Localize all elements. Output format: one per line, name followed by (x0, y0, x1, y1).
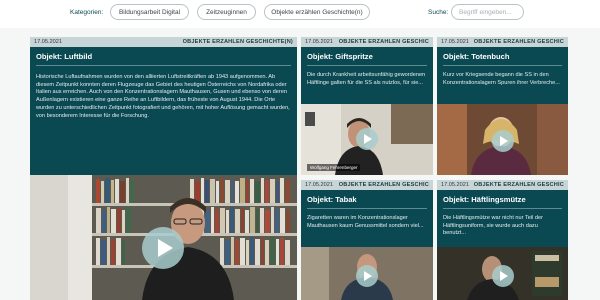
card-text: Die Häftlingsmütze war nicht nur Teil de… (443, 215, 544, 237)
card-luftbild[interactable]: 17.05.2021 OBJEKTE ERZÄHLEN GESCHICHTE(N… (30, 37, 297, 175)
search-input[interactable] (451, 4, 524, 20)
card-body: Objekt: Totenbuch Kurz vor Kriegsende be… (437, 47, 568, 104)
card-category: OBJEKTE ERZÄHLEN GESCHIC (338, 39, 429, 45)
play-icon (364, 271, 372, 281)
play-icon (157, 239, 173, 257)
card-date: 17.05.2021 (34, 39, 62, 45)
play-icon (500, 271, 508, 281)
card-tabak[interactable]: 17.05.2021 OBJEKTE ERZÄHLEN GESCHIC Obje… (301, 180, 433, 300)
play-icon (364, 134, 372, 144)
card-header: 17.05.2021 OBJEKTE ERZÄHLEN GESCHICHTE(N… (30, 37, 297, 47)
play-button-large[interactable] (142, 227, 184, 269)
card-title: Objekt: Tabak (307, 195, 427, 209)
card-category: OBJEKTE ERZÄHLEN GESCHICHTE(N) (182, 39, 293, 45)
filter-bar: Kategorien: Bildungsarbeit Digital Zeitz… (0, 0, 600, 28)
play-icon (500, 136, 508, 146)
card-body: Objekt: Tabak Zigaretten waren im Konzen… (301, 190, 433, 247)
card-header: 17.05.2021 OBJEKTE ERZÄHLEN GESCHIC (301, 180, 433, 190)
speaker-name-tag: Wolfgang Fehrenberger (307, 164, 361, 171)
card-body: Objekt: Häftlingsmütze Die Häftlingsmütz… (437, 190, 568, 247)
card-header: 17.05.2021 OBJEKTE ERZÄHLEN GESCHIC (301, 37, 433, 47)
filter-label: Kategorien: (70, 9, 104, 16)
card-text: Kurz vor Kriegsende begann die SS in den… (443, 72, 560, 86)
play-button[interactable] (356, 128, 378, 150)
video-thumbnail[interactable] (437, 247, 568, 300)
card-date: 17.05.2021 (441, 39, 469, 45)
card-date: 17.05.2021 (441, 182, 469, 188)
video-thumbnail-large[interactable] (30, 175, 297, 300)
filter-bildungsarbeit-button[interactable]: Bildungsarbeit Digital (110, 4, 189, 20)
card-body: Objekt: Giftspritze Die durch Krankheit … (301, 47, 433, 104)
filter-zeitzeuginnen-button[interactable]: Zeitzeuginnen (197, 4, 256, 20)
card-text: Die durch Krankheit arbeitsunfähig gewor… (307, 72, 426, 86)
card-category: OBJEKTE ERZÄHLEN GESCHIC (338, 182, 429, 188)
play-button[interactable] (492, 130, 514, 152)
card-totenbuch[interactable]: 17.05.2021 OBJEKTE ERZÄHLEN GESCHIC Obje… (437, 37, 568, 175)
card-title: Objekt: Häftlingsmütze (443, 195, 562, 209)
video-thumbnail[interactable]: Wolfgang Fehrenberger (301, 104, 433, 175)
play-button[interactable] (356, 265, 378, 287)
play-button[interactable] (492, 265, 514, 287)
card-body: Objekt: Luftbild Historische Luftaufnahm… (30, 47, 297, 175)
card-category: OBJEKTE ERZÄHLEN GESCHIC (473, 39, 564, 45)
search-label: Suche: (428, 9, 449, 16)
card-header: 17.05.2021 OBJEKTE ERZÄHLEN GESCHIC (437, 37, 568, 47)
card-date: 17.05.2021 (305, 182, 333, 188)
video-thumbnail[interactable] (437, 104, 568, 175)
card-date: 17.05.2021 (305, 39, 333, 45)
video-thumbnail[interactable] (301, 247, 433, 300)
card-title: Objekt: Giftspritze (307, 52, 427, 66)
card-title: Objekt: Totenbuch (443, 52, 562, 66)
card-text: Zigaretten waren im Konzentrationslager … (307, 215, 424, 229)
card-haeftlingsmuetze[interactable]: 17.05.2021 OBJEKTE ERZÄHLEN GESCHIC Obje… (437, 180, 568, 300)
card-header: 17.05.2021 OBJEKTE ERZÄHLEN GESCHIC (437, 180, 568, 190)
card-giftspritze[interactable]: 17.05.2021 OBJEKTE ERZÄHLEN GESCHIC Obje… (301, 37, 433, 175)
filter-objekte-button[interactable]: Objekte erzählen Geschichte(n) (264, 4, 370, 20)
card-title: Objekt: Luftbild (36, 52, 291, 66)
card-text: Historische Luftaufnahmen wurden von den… (36, 74, 290, 119)
card-category: OBJEKTE ERZÄHLEN GESCHIC (473, 182, 564, 188)
